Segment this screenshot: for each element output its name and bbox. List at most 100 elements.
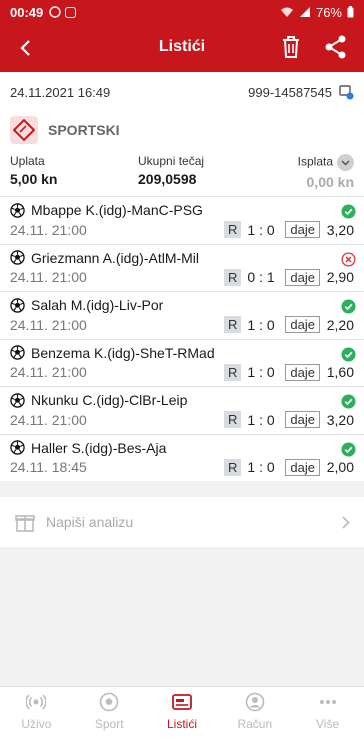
bet-row[interactable]: Haller S.(idg)-Bes-Aja 24.11. 18:45 R 1 : 0… bbox=[0, 433, 364, 482]
nav-item-more[interactable]: Više bbox=[291, 687, 364, 736]
slip-code: 999-14587545 bbox=[248, 84, 332, 100]
more-icon bbox=[318, 692, 338, 715]
bet-type-tag: R bbox=[224, 363, 242, 381]
bet-row[interactable]: Mbappe K.(idg)-ManC-PSG 24.11. 21:00 R 1 : … bbox=[0, 196, 364, 244]
nav-item-ball[interactable]: Sport bbox=[73, 687, 146, 736]
bet-date: 24.11. 21:00 bbox=[10, 221, 87, 238]
football-icon bbox=[10, 297, 25, 313]
stake-value: 5,00 kn bbox=[10, 171, 58, 187]
bet-pick: daje bbox=[285, 268, 320, 286]
bet-date: 24.11. 21:00 bbox=[10, 364, 87, 380]
status-time: 00:49 bbox=[10, 4, 44, 20]
total-odds-value: 209,0598 bbox=[138, 171, 197, 187]
bet-odds: 1,60 bbox=[326, 364, 354, 380]
sport-label: SPORTSKI bbox=[48, 122, 120, 138]
bet-pick: daje bbox=[285, 316, 320, 333]
bet-list: Mbappe K.(idg)-ManC-PSG 24.11. 21:00 R 1 : … bbox=[0, 196, 364, 481]
bet-pick: daje bbox=[285, 221, 320, 238]
nav-item-label: Sport bbox=[94, 717, 124, 731]
bet-row[interactable]: Nkunku C.(idg)-ClBr-Leip 24.11. 21:00 R 1 :… bbox=[0, 386, 364, 434]
bet-match: Griezmann A.(idg)-AtlM-Mil bbox=[31, 249, 200, 266]
gift-box-icon bbox=[15, 515, 35, 532]
slip-totals: Uplata 5,00 kn Ukupni tečaj 209,0598 Isp… bbox=[0, 148, 364, 190]
bet-slip: 24.11.2021 16:49 999-14587545 SPORTSKI U… bbox=[0, 72, 364, 481]
ticket-icon bbox=[171, 692, 193, 715]
bet-match: Nkunku C.(idg)-ClBr-Leip bbox=[31, 392, 188, 408]
slip-type: SPORTSKI bbox=[0, 112, 364, 148]
mail-icon bbox=[65, 6, 77, 18]
share-button[interactable] bbox=[324, 34, 352, 62]
football-icon bbox=[10, 250, 25, 265]
football-icon bbox=[10, 202, 25, 218]
bet-type-tag: R bbox=[224, 221, 242, 238]
nav-item-label: Listići bbox=[166, 717, 197, 731]
bet-type-tag: R bbox=[224, 316, 242, 333]
total-odds-label: Ukupni tečaj bbox=[138, 154, 205, 168]
user-icon bbox=[245, 692, 265, 715]
bet-date: 24.11. 21:00 bbox=[10, 316, 87, 333]
bet-row[interactable]: Salah M.(idg)-Liv-Por 24.11. 21:00 R 1 : 0 d… bbox=[0, 291, 364, 339]
won-check-icon bbox=[341, 441, 356, 457]
bet-date: 24.11. 21:00 bbox=[10, 269, 87, 285]
stake-block: Uplata 5,00 kn bbox=[10, 154, 118, 190]
bet-date: 24.11. 18:45 bbox=[10, 459, 87, 475]
app-bar: Listići bbox=[0, 24, 364, 72]
bet-odds: 3,20 bbox=[326, 411, 354, 428]
nav-item-ticket[interactable]: Listići bbox=[146, 687, 219, 736]
bet-match: Salah M.(idg)-Liv-Por bbox=[31, 297, 164, 313]
bet-odds: 2,20 bbox=[326, 316, 354, 333]
payout-value: 0,00 kn bbox=[306, 174, 354, 190]
status-bar: 00:49 76% bbox=[0, 0, 364, 24]
payout-label: Isplata bbox=[246, 154, 354, 171]
trash-icon bbox=[283, 36, 299, 58]
bet-score: 1 : 0 bbox=[247, 221, 275, 238]
football-icon bbox=[10, 345, 25, 360]
share-icon bbox=[325, 35, 346, 59]
notification-icons bbox=[49, 6, 77, 18]
nav-item-label: Više bbox=[316, 717, 340, 731]
chevron-right-icon bbox=[342, 515, 350, 529]
bet-score: 1 : 0 bbox=[247, 316, 275, 333]
write-analysis-row[interactable]: Napiši analizu bbox=[0, 497, 364, 547]
nav-item-user[interactable]: Račun bbox=[218, 687, 291, 736]
ball-icon bbox=[99, 692, 119, 715]
battery-icon bbox=[347, 6, 354, 18]
bottom-navigation: Uživo Sport Listići Račun Više bbox=[0, 686, 364, 736]
bet-score: 0 : 1 bbox=[247, 269, 275, 285]
bet-match: Benzema K.(idg)-SheT-RMad bbox=[31, 344, 215, 361]
system-nav-bar bbox=[0, 736, 364, 750]
bet-score: 1 : 0 bbox=[247, 411, 275, 428]
bet-pick: daje bbox=[285, 458, 320, 476]
whatsapp-icon bbox=[49, 6, 61, 18]
bet-row[interactable]: Griezmann A.(idg)-AtlM-Mil 24.11. 21:00 R 0… bbox=[0, 243, 364, 292]
bet-score: 1 : 0 bbox=[247, 364, 275, 380]
bet-odds: 2,90 bbox=[326, 269, 354, 285]
bet-date: 24.11. 21:00 bbox=[10, 411, 87, 428]
bet-odds: 3,20 bbox=[326, 221, 354, 238]
nav-item-label: Uživo bbox=[21, 717, 52, 731]
slip-meta: 24.11.2021 16:49 999-14587545 bbox=[0, 72, 364, 112]
football-icon bbox=[10, 392, 25, 408]
won-check-icon bbox=[341, 394, 356, 409]
verified-shop-icon bbox=[339, 85, 354, 100]
bet-odds: 2,00 bbox=[326, 459, 354, 475]
signal-icon bbox=[299, 7, 310, 17]
won-check-icon bbox=[341, 346, 356, 362]
live-icon bbox=[25, 692, 48, 715]
battery-level: 76% bbox=[315, 4, 342, 20]
stake-label: Uplata bbox=[10, 154, 45, 168]
bet-match: Haller S.(idg)-Bes-Aja bbox=[31, 439, 167, 456]
expand-chevron-icon[interactable] bbox=[337, 154, 354, 171]
payout-block[interactable]: Isplata 0,00 kn bbox=[246, 154, 354, 190]
lost-x-icon bbox=[341, 251, 356, 267]
nav-item-live[interactable]: Uživo bbox=[0, 687, 73, 736]
page-title: Listići bbox=[158, 38, 206, 55]
bet-row[interactable]: Benzema K.(idg)-SheT-RMad 24.11. 21:00 R 1 … bbox=[0, 338, 364, 387]
write-analysis-label: Napiši analizu bbox=[46, 514, 134, 530]
delete-button[interactable] bbox=[280, 34, 306, 62]
nav-item-label: Račun bbox=[237, 717, 273, 731]
slip-datetime: 24.11.2021 16:49 bbox=[10, 84, 111, 100]
wifi-icon bbox=[280, 7, 293, 17]
won-check-icon bbox=[341, 299, 356, 314]
bet-pick: daje bbox=[285, 411, 320, 428]
